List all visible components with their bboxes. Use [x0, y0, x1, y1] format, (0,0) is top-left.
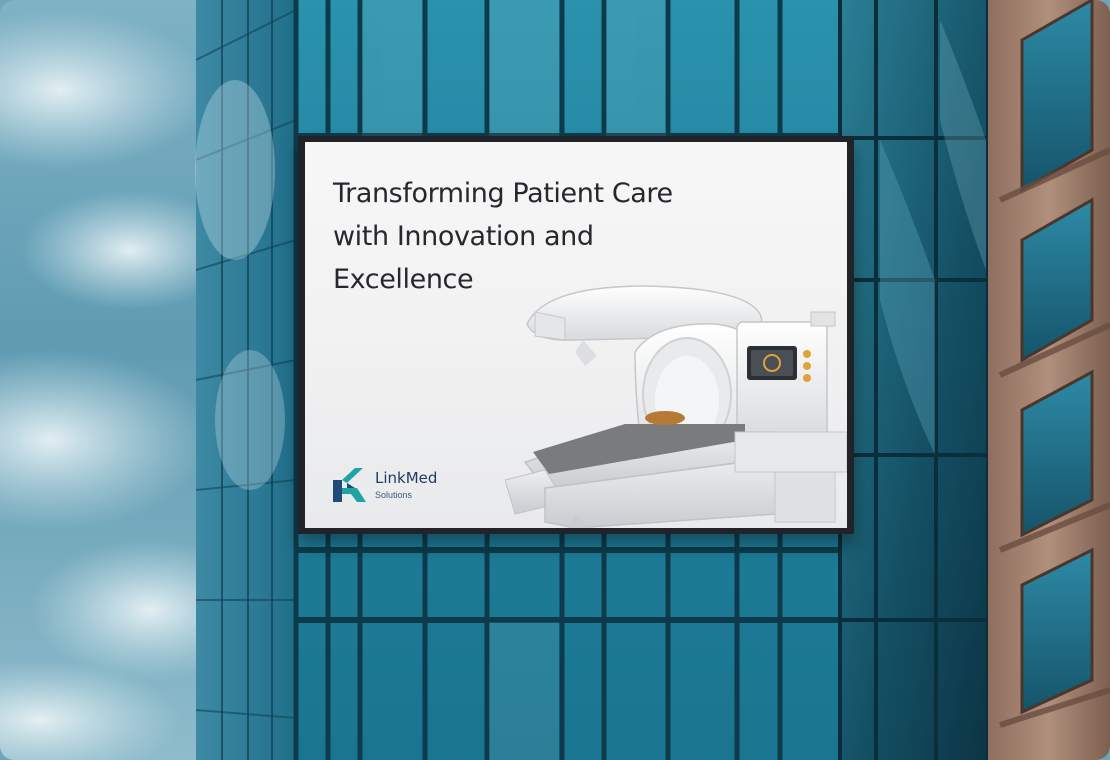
- headline-line: with Innovation and: [333, 221, 594, 252]
- billboard: Transforming Patient Care with Innovatio…: [298, 136, 854, 534]
- billboard-photo: Transforming Patient Care with Innovatio…: [0, 0, 1110, 760]
- headline-line: Transforming Patient Care: [333, 178, 673, 209]
- billboard-panel: Transforming Patient Care with Innovatio…: [305, 142, 847, 528]
- brand-block: LinkMed Solutions: [333, 468, 533, 512]
- medical-scanner-image: [505, 285, 847, 528]
- headline-line: Excellence: [333, 264, 474, 295]
- brand-tagline: Solutions: [375, 490, 413, 500]
- brand-name: LinkMed: [375, 469, 438, 487]
- linkmed-logo-icon: [333, 468, 366, 502]
